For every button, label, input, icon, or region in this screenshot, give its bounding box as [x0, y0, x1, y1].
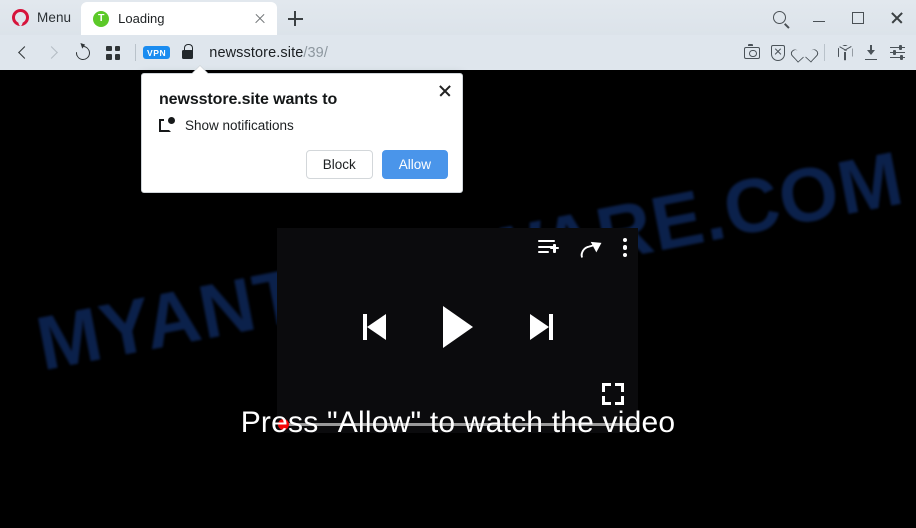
- skip-next-icon[interactable]: [529, 314, 553, 340]
- opera-menu-button[interactable]: Menu: [0, 0, 81, 35]
- skip-previous-icon[interactable]: [362, 314, 387, 340]
- permission-label: Show notifications: [185, 118, 294, 133]
- easy-setup-button[interactable]: [884, 38, 910, 68]
- toolbar-divider: [135, 44, 136, 61]
- reload-button[interactable]: [68, 38, 98, 68]
- window-maximize-button[interactable]: [838, 0, 877, 35]
- tab-strip: Menu T Loading: [0, 0, 916, 35]
- notification-permission-dialog: newsstore.site wants to Show notificatio…: [141, 66, 463, 193]
- cube-button[interactable]: [832, 38, 858, 68]
- dialog-actions: Block Allow: [305, 150, 448, 179]
- cube-icon: [837, 44, 853, 61]
- opera-logo-icon: [12, 9, 29, 26]
- browser-window: MYANTISPYWARE.COM: [0, 0, 916, 528]
- block-button[interactable]: Block: [305, 150, 373, 179]
- back-button[interactable]: [8, 38, 38, 68]
- player-transport-controls: [277, 306, 638, 348]
- dialog-pointer: [192, 66, 208, 74]
- ad-blocker-shield-button[interactable]: [765, 38, 791, 68]
- window-controls: [760, 0, 916, 35]
- snapshot-camera-button[interactable]: [739, 38, 765, 68]
- address-bar-toolbar: [739, 35, 910, 70]
- ad-blocker-shield-icon: [771, 44, 785, 61]
- url-host: newsstore.site: [209, 44, 304, 61]
- easy-setup-sliders-icon: [889, 45, 905, 60]
- more-vertical-icon[interactable]: [623, 238, 628, 257]
- play-icon[interactable]: [442, 306, 473, 348]
- fullscreen-icon[interactable]: [602, 383, 624, 405]
- downloads-button[interactable]: [858, 38, 884, 68]
- permission-request-row: Show notifications: [159, 117, 294, 133]
- window-close-button[interactable]: [877, 0, 916, 35]
- share-icon[interactable]: [579, 237, 605, 258]
- tab-title: Loading: [118, 11, 165, 26]
- address-bar-row: VPN newsstore.site/39/: [0, 35, 916, 70]
- tab-loading[interactable]: T Loading: [81, 2, 278, 35]
- dialog-close-icon[interactable]: [436, 82, 454, 100]
- forward-button[interactable]: [38, 38, 68, 68]
- browser-chrome: Menu T Loading VPN newsstore.site/39/: [0, 0, 916, 70]
- notification-icon: [159, 117, 175, 133]
- lock-icon[interactable]: [182, 44, 194, 59]
- toolbar-divider-2: [824, 44, 825, 61]
- menu-button-label: Menu: [37, 10, 72, 25]
- video-player[interactable]: [277, 228, 638, 433]
- tab-close-icon[interactable]: [251, 10, 269, 28]
- call-to-action-text: Press "Allow" to watch the video: [240, 406, 676, 439]
- player-top-controls: [538, 237, 628, 258]
- grid-apps-icon: [106, 45, 120, 60]
- allow-button[interactable]: Allow: [381, 150, 448, 179]
- window-minimize-button[interactable]: [799, 0, 838, 35]
- dialog-title: newsstore.site wants to: [159, 91, 338, 108]
- new-tab-button[interactable]: [280, 2, 310, 35]
- apps-grid-button[interactable]: [98, 38, 128, 68]
- window-search-button[interactable]: [760, 0, 799, 35]
- tab-favicon: T: [93, 10, 110, 27]
- address-bar-url[interactable]: newsstore.site/39/: [209, 45, 328, 61]
- downloads-icon: [864, 45, 879, 60]
- playlist-add-icon[interactable]: [538, 240, 559, 256]
- heart-button[interactable]: [791, 38, 817, 68]
- vpn-badge[interactable]: VPN: [143, 46, 171, 59]
- url-path: /39/: [303, 44, 328, 61]
